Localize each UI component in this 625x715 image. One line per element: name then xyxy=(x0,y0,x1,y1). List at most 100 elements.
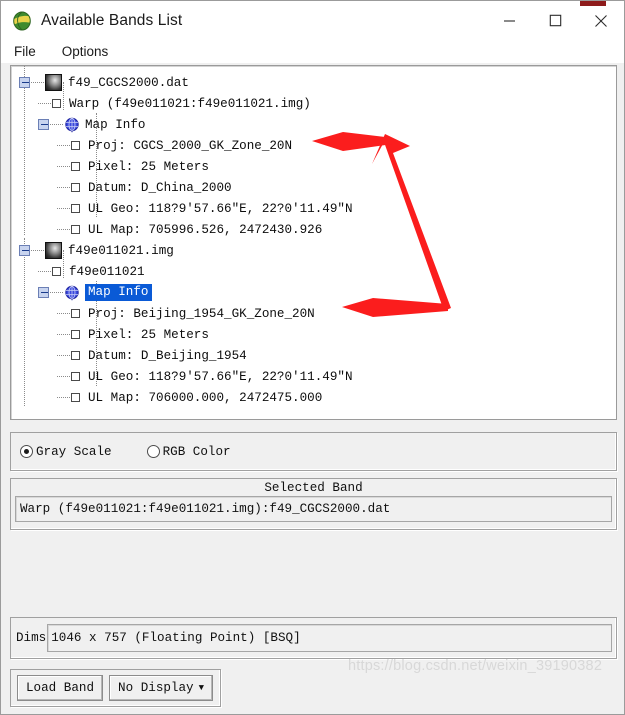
load-band-button[interactable]: Load Band xyxy=(17,675,104,701)
tree-connector xyxy=(50,291,63,294)
tree-node-label: Warp (f49e011021:f49e011021.img) xyxy=(69,96,311,111)
tree-node-label: Datum: D_China_2000 xyxy=(88,180,232,195)
tree-node-label: Map Info xyxy=(85,284,153,301)
tree-node-label: f49e011021 xyxy=(69,264,145,279)
tree-connector xyxy=(57,144,70,147)
band-checkbox[interactable] xyxy=(71,204,80,213)
band-checkbox[interactable] xyxy=(71,393,80,402)
menu-options[interactable]: Options xyxy=(59,43,112,60)
tree-node[interactable]: UL Geo: 118?9'57.66"E, 22?0'11.49"N xyxy=(11,366,616,387)
band-checkbox[interactable] xyxy=(52,99,61,108)
tree-node-label: UL Map: 705996.526, 2472430.926 xyxy=(88,222,323,237)
radio-gray-scale-label: Gray Scale xyxy=(36,444,112,459)
available-bands-list-window: Available Bands List File Options f49_CG… xyxy=(0,0,625,715)
tree-node[interactable]: f49_CGCS2000.dat xyxy=(11,72,616,93)
collapse-minus-icon[interactable] xyxy=(38,119,49,130)
tree-node[interactable]: Pixel: 25 Meters xyxy=(11,324,616,345)
tree-node-label: Proj: Beijing_1954_GK_Zone_20N xyxy=(88,306,315,321)
color-mode-group: Gray Scale RGB Color xyxy=(10,432,617,471)
tree-connector xyxy=(57,375,70,378)
globe-icon xyxy=(64,117,80,133)
band-checkbox[interactable] xyxy=(71,141,80,150)
bands-tree-panel[interactable]: f49_CGCS2000.dat Warp (f49e011021:f49e011… xyxy=(10,65,617,420)
tree-node-label: f49_CGCS2000.dat xyxy=(68,75,189,90)
tree-connector xyxy=(57,207,70,210)
tree-node[interactable]: f49e011021.img xyxy=(11,240,616,261)
tree-node[interactable]: Map Info xyxy=(11,282,616,303)
band-checkbox[interactable] xyxy=(52,267,61,276)
chevron-down-icon: ▼ xyxy=(198,682,205,693)
title-bar: Available Bands List xyxy=(1,1,624,40)
tree-connector xyxy=(57,186,70,189)
watermark: https://blog.csdn.net/weixin_39190382 xyxy=(348,658,603,674)
display-mode-dropdown[interactable]: No Display ▼ xyxy=(109,675,214,701)
tree-connector xyxy=(31,81,44,84)
radio-gray-scale-indicator[interactable] xyxy=(20,445,33,458)
tree-connector xyxy=(57,333,70,336)
tree-node[interactable]: Map Info xyxy=(11,114,616,135)
tree-node-label: Proj: CGCS_2000_GK_Zone_20N xyxy=(88,138,293,153)
tree-node[interactable]: UL Map: 705996.526, 2472430.926 xyxy=(11,219,616,240)
radio-rgb-color-label: RGB Color xyxy=(162,444,231,459)
selected-band-group: Selected Band Warp (f49e011021:f49e01102… xyxy=(10,478,617,530)
dims-label: Dims xyxy=(16,631,47,645)
tree-node-label: Pixel: 25 Meters xyxy=(88,327,209,342)
tree-node-label: UL Map: 706000.000, 2472475.000 xyxy=(88,390,323,405)
band-checkbox[interactable] xyxy=(71,183,80,192)
selected-band-value: Warp (f49e011021:f49e011021.img):f49_CGC… xyxy=(15,496,612,522)
tree-node[interactable]: Warp (f49e011021:f49e011021.img) xyxy=(11,93,616,114)
collapse-minus-icon[interactable] xyxy=(19,77,30,88)
tree-node[interactable]: Pixel: 25 Meters xyxy=(11,156,616,177)
collapse-minus-icon[interactable] xyxy=(38,287,49,298)
file-thumbnail-icon xyxy=(45,74,62,91)
tree-connector xyxy=(57,396,70,399)
radio-gray-scale[interactable]: Gray Scale xyxy=(20,445,112,459)
tree-connector xyxy=(57,354,70,357)
menu-bar: File Options xyxy=(1,40,624,63)
background-window-edge xyxy=(580,1,606,6)
band-checkbox[interactable] xyxy=(71,162,80,171)
band-checkbox[interactable] xyxy=(71,351,80,360)
collapse-minus-icon[interactable] xyxy=(19,245,30,256)
band-checkbox[interactable] xyxy=(71,225,80,234)
menu-file[interactable]: File xyxy=(11,43,39,60)
tree-node-label: Datum: D_Beijing_1954 xyxy=(88,348,247,363)
window-title: Available Bands List xyxy=(41,11,183,29)
band-checkbox[interactable] xyxy=(71,372,80,381)
tree-connector xyxy=(38,270,51,273)
selected-band-title: Selected Band xyxy=(264,481,363,495)
tree-node-label: UL Geo: 118?9'57.66"E, 22?0'11.49"N xyxy=(88,201,353,216)
tree-connector xyxy=(31,249,44,252)
band-checkbox[interactable] xyxy=(71,309,80,318)
bands-tree[interactable]: f49_CGCS2000.dat Warp (f49e011021:f49e011… xyxy=(11,66,616,408)
minimize-icon[interactable] xyxy=(486,1,532,40)
radio-rgb-color-indicator[interactable] xyxy=(146,445,160,458)
globe-icon xyxy=(64,285,80,301)
maximize-icon[interactable] xyxy=(532,1,578,40)
tree-node[interactable]: Datum: D_China_2000 xyxy=(11,177,616,198)
tree-node-label: Map Info xyxy=(85,117,146,132)
tree-connector xyxy=(38,102,51,105)
tree-node-label: f49e011021.img xyxy=(68,243,174,258)
envi-globe-icon xyxy=(11,10,33,32)
tree-node[interactable]: Proj: Beijing_1954_GK_Zone_20N xyxy=(11,303,616,324)
dims-group: Dims 1046 x 757 (Floating Point) [BSQ] xyxy=(10,617,617,659)
load-band-button-label: Load Band xyxy=(26,681,95,695)
tree-node-label: UL Geo: 118?9'57.66"E, 22?0'11.49"N xyxy=(88,369,353,384)
display-mode-dropdown-label: No Display xyxy=(118,681,194,695)
tree-node[interactable]: Datum: D_Beijing_1954 xyxy=(11,345,616,366)
tree-connector xyxy=(57,312,70,315)
tree-node[interactable]: Proj: CGCS_2000_GK_Zone_20N xyxy=(11,135,616,156)
radio-rgb-color[interactable]: RGB Color xyxy=(146,444,231,459)
band-checkbox[interactable] xyxy=(71,330,80,339)
tree-node[interactable]: UL Map: 706000.000, 2472475.000 xyxy=(11,387,616,408)
tree-node[interactable]: f49e011021 xyxy=(11,261,616,282)
close-icon[interactable] xyxy=(578,1,624,40)
tree-connector xyxy=(50,123,63,126)
tree-connector xyxy=(57,228,70,231)
action-button-group: Load Band No Display ▼ xyxy=(10,669,221,707)
tree-node-label: Pixel: 25 Meters xyxy=(88,159,209,174)
tree-node[interactable]: UL Geo: 118?9'57.66"E, 22?0'11.49"N xyxy=(11,198,616,219)
window-controls xyxy=(486,1,624,40)
file-thumbnail-icon xyxy=(45,242,62,259)
